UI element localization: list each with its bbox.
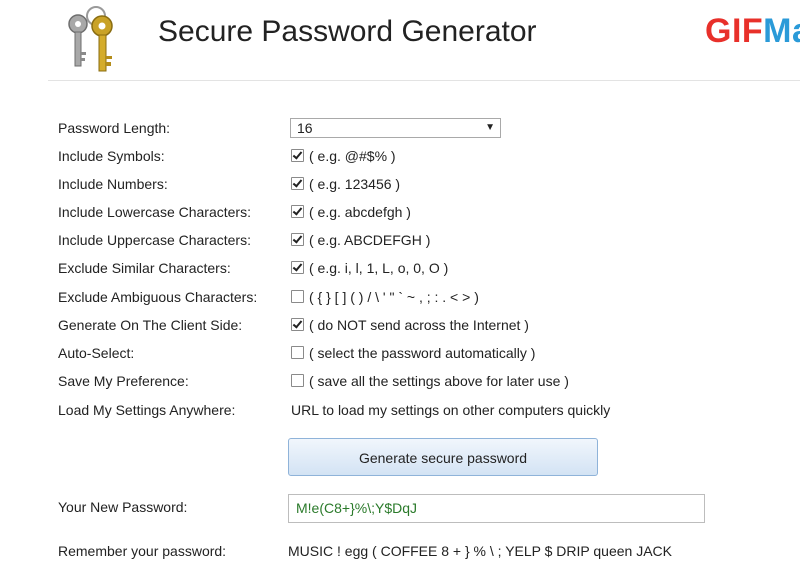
- save-preference-label: Save My Preference:: [58, 373, 189, 389]
- include-symbols-checkbox[interactable]: [291, 149, 304, 162]
- remember-password-label: Remember your password:: [58, 543, 227, 559]
- include-uppercase-row: Include Uppercase Characters: ( e.g. ABC…: [0, 228, 800, 254]
- page-title: Secure Password Generator: [158, 15, 537, 48]
- header-divider: [48, 80, 800, 81]
- header: Secure Password Generator GIFMa: [0, 0, 800, 80]
- include-symbols-hint: ( e.g. @#$% ): [309, 148, 396, 164]
- password-length-select[interactable]: 16 ▼: [290, 118, 501, 138]
- load-settings-url-text[interactable]: URL to load my settings on other compute…: [291, 400, 610, 420]
- new-password-field[interactable]: M!e(C8+}%\;Y$DqJ: [288, 494, 705, 523]
- include-symbols-row: Include Symbols: ( e.g. @#$% ): [0, 144, 800, 170]
- auto-select-label: Auto-Select:: [58, 345, 135, 361]
- new-password-label: Your New Password:: [58, 499, 188, 515]
- include-numbers-checkbox[interactable]: [291, 177, 304, 190]
- exclude-similar-row: Exclude Similar Characters: ( e.g. i, l,…: [0, 256, 800, 282]
- password-mnemonic: MUSIC ! egg ( COFFEE 8 + } % \ ; YELP $ …: [288, 543, 673, 559]
- save-preference-hint: ( save all the settings above for later …: [309, 373, 569, 389]
- load-settings-row: Load My Settings Anywhere: URL to load m…: [0, 398, 800, 424]
- include-lowercase-checkbox[interactable]: [291, 205, 304, 218]
- load-settings-label: Load My Settings Anywhere:: [58, 402, 236, 418]
- include-uppercase-label: Include Uppercase Characters:: [58, 232, 251, 248]
- include-uppercase-hint: ( e.g. ABCDEFGH ): [309, 232, 431, 248]
- save-preference-row: Save My Preference: ( save all the setti…: [0, 369, 800, 395]
- password-length-value: 16: [297, 120, 313, 136]
- password-length-label: Password Length:: [58, 120, 171, 136]
- save-preference-checkbox[interactable]: [291, 374, 304, 387]
- auto-select-checkbox[interactable]: [291, 346, 304, 359]
- exclude-similar-checkbox[interactable]: [291, 261, 304, 274]
- chevron-down-icon: ▼: [485, 122, 495, 133]
- include-lowercase-hint: ( e.g. abcdefgh ): [309, 204, 411, 220]
- brand-logo-part2: Ma: [763, 12, 800, 50]
- exclude-ambiguous-row: Exclude Ambiguous Characters: ( { } [ ] …: [0, 285, 800, 311]
- include-lowercase-label: Include Lowercase Characters:: [58, 204, 251, 220]
- brand-logo-part1: GIF: [705, 12, 764, 50]
- include-lowercase-row: Include Lowercase Characters: ( e.g. abc…: [0, 200, 800, 226]
- keys-icon: [68, 6, 113, 72]
- brand-logo[interactable]: GIFMa: [705, 12, 800, 51]
- include-uppercase-checkbox[interactable]: [291, 233, 304, 246]
- include-numbers-hint: ( e.g. 123456 ): [309, 176, 401, 192]
- exclude-ambiguous-label: Exclude Ambiguous Characters:: [58, 289, 258, 305]
- include-symbols-label: Include Symbols:: [58, 148, 165, 164]
- client-side-label: Generate On The Client Side:: [58, 317, 243, 333]
- generate-password-button[interactable]: Generate secure password: [288, 438, 598, 476]
- exclude-ambiguous-hint: ( { } [ ] ( ) / \ ' " ` ~ , ; : . < > ): [309, 289, 479, 305]
- client-side-row: Generate On The Client Side: ( do NOT se…: [0, 313, 800, 339]
- exclude-ambiguous-checkbox[interactable]: [291, 290, 304, 303]
- include-numbers-row: Include Numbers: ( e.g. 123456 ): [0, 172, 800, 198]
- client-side-checkbox[interactable]: [291, 318, 304, 331]
- auto-select-hint: ( select the password automatically ): [309, 345, 536, 361]
- remember-password-row: Remember your password: MUSIC ! egg ( CO…: [0, 539, 800, 565]
- exclude-similar-label: Exclude Similar Characters:: [58, 260, 231, 276]
- client-side-hint: ( do NOT send across the Internet ): [309, 317, 529, 333]
- exclude-similar-hint: ( e.g. i, l, 1, L, o, 0, O ): [309, 260, 449, 276]
- include-numbers-label: Include Numbers:: [58, 176, 168, 192]
- auto-select-row: Auto-Select: ( select the password autom…: [0, 341, 800, 367]
